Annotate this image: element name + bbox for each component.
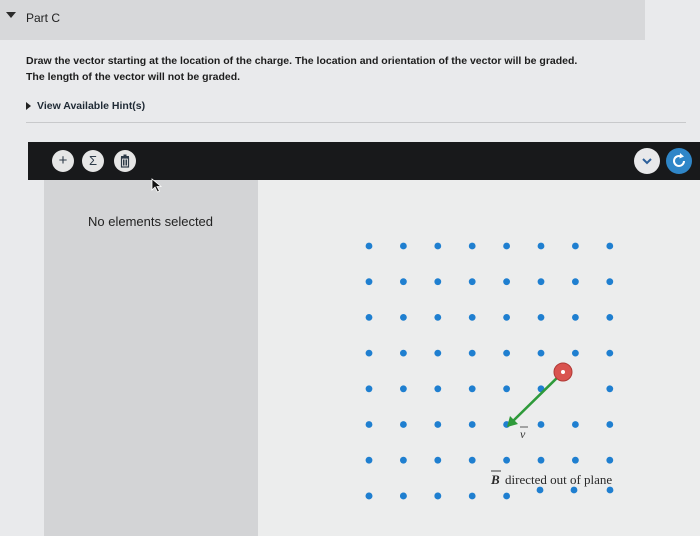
- field-dot: [468, 385, 476, 393]
- expand-arrow-icon: [26, 102, 31, 111]
- field-dot: [400, 492, 407, 500]
- options-dropdown-button[interactable]: [634, 148, 660, 174]
- field-dot: [537, 314, 545, 321]
- field-dot: [606, 242, 614, 250]
- velocity-label: v: [520, 427, 526, 441]
- field-dot: [434, 385, 442, 393]
- field-dot: [536, 486, 544, 494]
- field-dot: [503, 314, 510, 321]
- field-dot: [606, 385, 614, 393]
- field-dot: [400, 385, 407, 393]
- field-dot: [572, 349, 579, 357]
- field-dot: [468, 456, 476, 464]
- divider: [26, 122, 686, 123]
- field-dot: [503, 242, 510, 250]
- plus-icon: +: [58, 152, 68, 169]
- instruction-line-2: The length of the vector will not be gra…: [26, 71, 241, 83]
- field-dot: [365, 278, 373, 286]
- field-dot: [537, 349, 545, 357]
- field-dot: [434, 349, 442, 357]
- field-dot: [365, 492, 373, 500]
- field-dot: [572, 242, 579, 250]
- field-dot: [468, 314, 476, 321]
- sigma-icon: Σ: [88, 153, 98, 168]
- field-figure[interactable]: v B directed out of plane: [258, 180, 700, 536]
- field-dot: [365, 242, 373, 250]
- field-dot: [606, 314, 614, 321]
- mouse-cursor-icon: [151, 178, 163, 193]
- field-dot: [537, 421, 545, 428]
- field-dot: [400, 314, 407, 321]
- field-dot: [503, 349, 510, 357]
- instructions: Draw the vector starting at the location…: [26, 53, 646, 85]
- field-dot: [365, 349, 373, 357]
- field-dot: [468, 349, 476, 357]
- field-dot: [606, 421, 614, 428]
- field-dot: [468, 242, 476, 250]
- instruction-line-1: Draw the vector starting at the location…: [26, 55, 578, 67]
- field-dot: [572, 456, 579, 464]
- field-dot: [468, 492, 476, 500]
- field-dot: [503, 385, 510, 393]
- field-dot: [537, 278, 545, 286]
- field-dot: [572, 278, 579, 286]
- field-dot: [468, 421, 476, 428]
- field-dot: [503, 492, 510, 500]
- field-dot: [606, 278, 614, 286]
- field-dot: [434, 492, 442, 500]
- field-dot: [400, 456, 407, 464]
- reset-button[interactable]: [666, 148, 692, 174]
- velocity-vector: [511, 371, 564, 423]
- sum-button[interactable]: Σ: [82, 150, 104, 172]
- field-dot: [365, 314, 373, 321]
- refresh-icon: [673, 153, 685, 167]
- collapse-arrow-icon[interactable]: [6, 12, 16, 18]
- field-caption: directed out of plane: [505, 472, 612, 487]
- add-vector-button[interactable]: +: [52, 150, 74, 172]
- chevron-down-icon: [642, 158, 652, 165]
- charge-center: [561, 370, 565, 374]
- field-dot: [434, 314, 442, 321]
- selection-status: No elements selected: [88, 214, 214, 229]
- field-dot: [365, 421, 373, 428]
- view-hints-link[interactable]: View Available Hint(s): [26, 100, 145, 112]
- field-dot: [400, 349, 407, 357]
- part-header[interactable]: Part C: [0, 0, 645, 40]
- field-dot: [503, 278, 510, 286]
- field-dot: [572, 314, 579, 321]
- field-dot: [365, 456, 373, 464]
- field-dot: [400, 242, 407, 250]
- field-dot: [434, 242, 442, 250]
- field-dot: [434, 421, 442, 428]
- field-dot: [365, 385, 373, 393]
- drawing-toolbar: + Σ: [28, 142, 700, 180]
- field-dot: [400, 421, 407, 428]
- field-dot: [572, 421, 579, 428]
- drawing-canvas[interactable]: v Bdirected out of plane: [258, 180, 700, 536]
- field-dot: [606, 456, 614, 464]
- field-dot: [468, 278, 476, 286]
- field-dot: [570, 486, 578, 494]
- field-symbol: B: [490, 472, 500, 487]
- field-dot: [537, 242, 545, 250]
- field-dot: [606, 486, 614, 494]
- part-title: Part C: [26, 11, 61, 25]
- element-properties-panel: No elements selected: [44, 180, 258, 536]
- delete-button[interactable]: [114, 150, 136, 172]
- field-dot: [400, 278, 407, 286]
- field-dot: [606, 349, 614, 357]
- field-dot: [537, 456, 545, 464]
- field-dot: [503, 456, 510, 464]
- field-dot: [434, 278, 442, 286]
- field-dot: [434, 456, 442, 464]
- view-hints-label: View Available Hint(s): [37, 100, 146, 112]
- trash-icon: [120, 154, 130, 168]
